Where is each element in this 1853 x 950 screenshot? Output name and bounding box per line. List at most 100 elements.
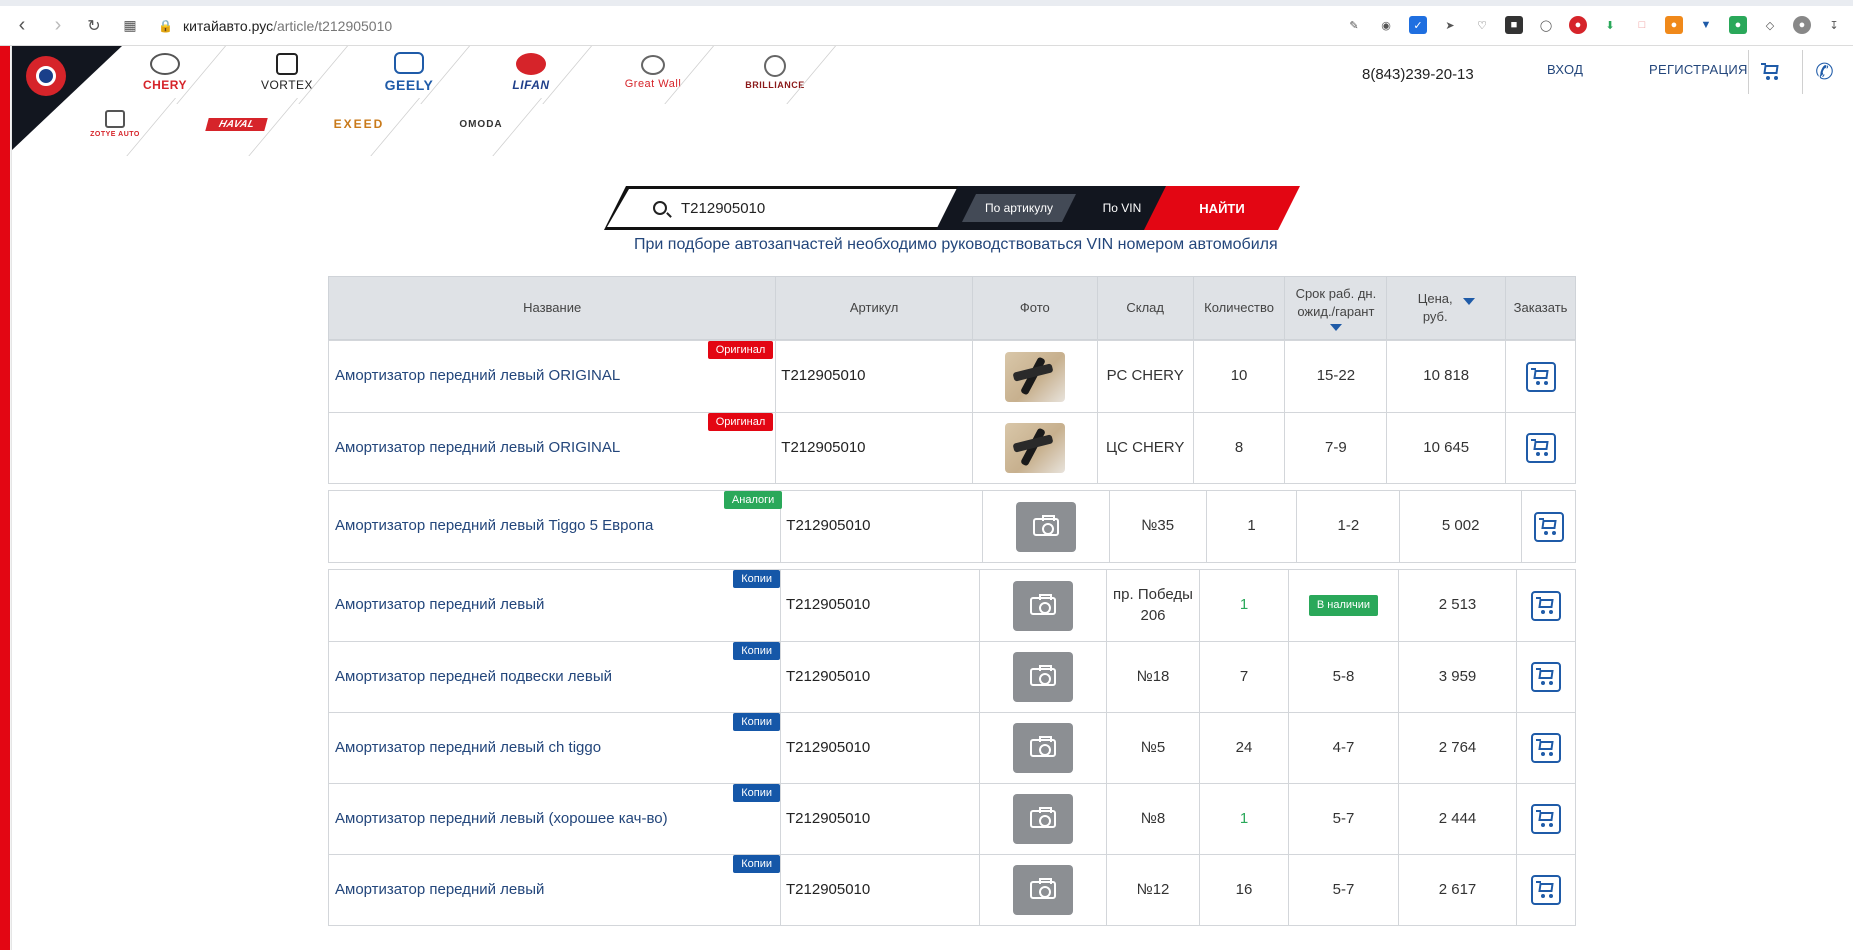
brand-exeed[interactable]: EXEED: [298, 98, 420, 150]
photo-placeholder[interactable]: [1013, 652, 1073, 702]
col-name: Название: [329, 277, 777, 339]
part-link[interactable]: Амортизатор передний левый ORIGINAL: [335, 438, 620, 458]
cart-ext-icon[interactable]: ▼: [1697, 16, 1715, 34]
sort-down-icon[interactable]: [1462, 297, 1475, 305]
photo-placeholder[interactable]: [1013, 865, 1073, 915]
shield-icon[interactable]: ✓: [1409, 16, 1427, 34]
add-to-cart-button[interactable]: [1525, 433, 1556, 463]
col-price[interactable]: Цена, руб.: [1387, 277, 1507, 339]
back-icon[interactable]: ‹: [8, 12, 36, 40]
add-to-cart-button[interactable]: [1531, 804, 1561, 834]
zotye-logo-icon: [105, 110, 125, 128]
cell-photo: [983, 491, 1110, 562]
photo-placeholder[interactable]: [1013, 723, 1073, 773]
downloads-icon[interactable]: ↧: [1825, 16, 1843, 34]
part-photo[interactable]: [1004, 351, 1065, 402]
page-icon[interactable]: □: [1633, 16, 1651, 34]
add-to-cart-button[interactable]: [1531, 875, 1561, 905]
address-bar[interactable]: 🔒 китайавто.рус/article/t212905010: [158, 18, 392, 34]
brand-great-wall[interactable]: Great Wall: [592, 46, 714, 98]
photo-placeholder[interactable]: [1015, 501, 1076, 552]
header-cart-button[interactable]: [1748, 50, 1792, 94]
cell-qty: 10: [1194, 341, 1286, 412]
heart-icon[interactable]: ♡: [1473, 16, 1491, 34]
cell-qty: 1: [1200, 570, 1289, 641]
part-link[interactable]: Амортизатор передний левый: [335, 880, 544, 900]
cell-price: 10 818: [1387, 341, 1507, 412]
cell-photo: [980, 713, 1107, 783]
cell-name: Амортизатор передний левый Копии: [329, 570, 781, 641]
brand-label: LIFAN: [512, 77, 550, 92]
brands-row-1: CHERY VORTEX GEELY LIFAN Great Wall BRIL…: [104, 46, 836, 98]
photo-placeholder[interactable]: [1013, 794, 1073, 844]
header-phone-button[interactable]: ✆: [1802, 50, 1846, 94]
profile-icon[interactable]: ●: [1793, 16, 1811, 34]
cell-name: Амортизатор передний левый ORIGINAL Ориг…: [329, 413, 777, 483]
tabs-grid-icon[interactable]: ▦: [116, 12, 144, 40]
cell-article: T212905010: [776, 341, 973, 412]
cell-qty: 16: [1200, 855, 1289, 925]
globe-icon[interactable]: ◯: [1537, 16, 1555, 34]
brand-label: ZOTYE AUTO: [90, 131, 140, 138]
brand-geely[interactable]: GEELY: [348, 46, 470, 98]
brand-haval[interactable]: HAVAL: [176, 98, 298, 150]
download-green-icon[interactable]: ⬇: [1601, 16, 1619, 34]
add-to-cart-button[interactable]: [1531, 733, 1561, 763]
extension-icons: ✎ ◉ ✓ ➤ ♡ ■ ◯ ● ⬇ □ ● ▼ ● ◇ ● ↧: [1345, 16, 1843, 34]
send-icon[interactable]: ➤: [1441, 16, 1459, 34]
add-to-cart-button[interactable]: [1531, 662, 1561, 692]
cube-icon[interactable]: ◇: [1761, 16, 1779, 34]
cell-term: В наличии: [1289, 570, 1399, 641]
brand-chery[interactable]: CHERY: [104, 46, 226, 98]
group-copies: Амортизатор передний левый Копии T212905…: [328, 569, 1576, 926]
camera-icon[interactable]: ◉: [1377, 16, 1395, 34]
photo-placeholder[interactable]: [1013, 580, 1073, 631]
part-link[interactable]: Амортизатор передний левый ch tiggo: [335, 738, 601, 758]
brand-vortex[interactable]: VORTEX: [226, 46, 348, 98]
brand-label: GEELY: [384, 76, 434, 93]
add-to-cart-button[interactable]: [1533, 511, 1564, 542]
brand-label: BRILLIANCE: [745, 79, 805, 90]
brand-omoda[interactable]: OMODA: [420, 98, 542, 150]
camera-icon: [1030, 736, 1056, 757]
map-icon[interactable]: ●: [1729, 16, 1747, 34]
edit-icon[interactable]: ✎: [1345, 16, 1363, 34]
part-photo[interactable]: [1004, 423, 1065, 473]
add-to-cart-button[interactable]: [1525, 361, 1556, 392]
col-price-line2: руб.: [1422, 309, 1448, 324]
part-link[interactable]: Амортизатор передний левый Tiggo 5 Европ…: [335, 516, 653, 536]
header-phone[interactable]: 8(843)239-20-13: [1362, 66, 1474, 83]
cell-article: T212905010: [776, 413, 973, 483]
part-link[interactable]: Амортизатор передней подвески левый: [335, 667, 612, 687]
find-button[interactable]: НАЙТИ: [1144, 186, 1300, 230]
table-row: Амортизатор передний левый ORIGINAL Ориг…: [329, 341, 1575, 412]
part-link[interactable]: Амортизатор передний левый (хорошее кач-…: [335, 809, 668, 829]
reload-icon[interactable]: ↻: [80, 12, 108, 40]
cell-photo: [973, 341, 1098, 412]
brand-zotye[interactable]: ZOTYE AUTO: [54, 98, 176, 150]
brand-brilliance[interactable]: BRILLIANCE: [714, 46, 836, 98]
lock-icon: 🔒: [158, 18, 173, 33]
register-link[interactable]: РЕГИСТРАЦИЯ: [1649, 62, 1748, 77]
part-link[interactable]: Амортизатор передний левый: [335, 595, 544, 615]
adblock-icon[interactable]: ●: [1569, 16, 1587, 34]
search-field[interactable]: [607, 189, 961, 227]
sort-down-icon[interactable]: [1329, 324, 1342, 332]
cell-name: Амортизатор передний левый ORIGINAL Ориг…: [329, 341, 777, 412]
brand-lifan[interactable]: LIFAN: [470, 46, 592, 98]
in-stock-badge: В наличии: [1308, 595, 1379, 616]
ok-icon[interactable]: ●: [1665, 16, 1683, 34]
extension-icon[interactable]: ■: [1505, 16, 1523, 34]
col-term[interactable]: Срок раб. дн. ожид./гарант: [1285, 277, 1388, 339]
part-link[interactable]: Амортизатор передний левый ORIGINAL: [335, 366, 620, 386]
mode-article-button[interactable]: По артикулу: [962, 194, 1076, 222]
forward-icon[interactable]: ›: [44, 12, 72, 40]
cell-article: T212905010: [781, 784, 980, 854]
search-bar: По артикулу По VIN НАЙТИ: [604, 186, 1300, 230]
cell-order: [1517, 570, 1575, 641]
search-input[interactable]: [681, 199, 921, 217]
cell-term: 1-2: [1297, 491, 1401, 562]
login-link[interactable]: ВХОД: [1547, 62, 1583, 77]
add-to-cart-button[interactable]: [1531, 590, 1561, 621]
cell-price: 10 645: [1387, 413, 1507, 483]
